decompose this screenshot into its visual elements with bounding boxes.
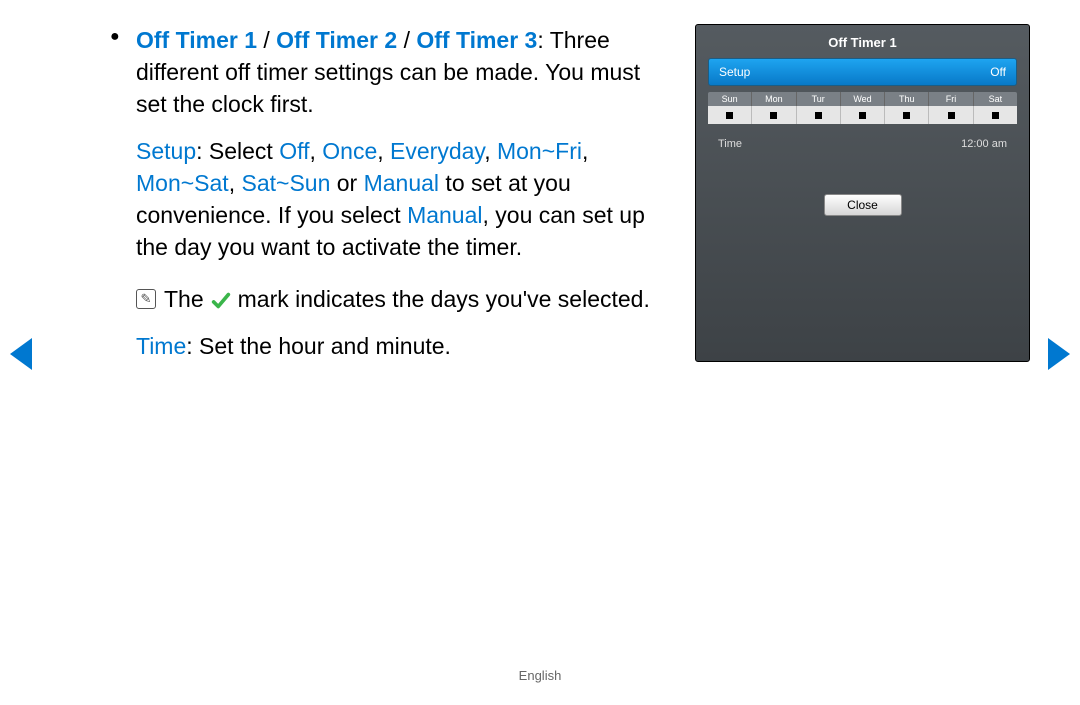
day-selected-icon [948,112,955,119]
day-selected-icon [859,112,866,119]
days-header: Sun Mon Tur Wed Thu Fri Sat [708,92,1017,106]
day-selected-icon [903,112,910,119]
time-row[interactable]: Time 12:00 am [708,124,1017,150]
checkmark-icon [210,288,232,310]
setup-row[interactable]: Setup Off [708,58,1017,86]
day-cell [752,106,796,124]
day-cell [841,106,885,124]
page-language: English [0,668,1080,683]
day-selected-icon [726,112,733,119]
setup-row-value: Off [990,65,1006,79]
note-icon: ✎ [136,289,156,309]
off-timer-1-label: Off Timer 1 [136,27,257,53]
help-text: Off Timer 1 / Off Timer 2 / Off Timer 3:… [110,24,665,362]
day-cell [974,106,1017,124]
day-cell [929,106,973,124]
time-row-value: 12:00 am [961,138,1007,150]
day-selected-icon [992,112,999,119]
close-button[interactable]: Close [824,194,902,216]
panel-title: Off Timer 1 [708,35,1017,50]
day-selected-icon [770,112,777,119]
off-timer-3-label: Off Timer 3 [416,27,537,53]
time-row-label: Time [718,138,742,150]
off-timer-2-label: Off Timer 2 [276,27,397,53]
next-page-arrow[interactable] [1048,338,1070,370]
time-term: Time [136,333,186,359]
setup-term: Setup [136,138,196,164]
days-cells[interactable] [708,106,1017,124]
day-cell [797,106,841,124]
off-timer-panel: Off Timer 1 Setup Off Sun Mon Tur Wed Th… [695,24,1030,362]
setup-row-label: Setup [719,65,750,79]
day-cell [885,106,929,124]
day-selected-icon [815,112,822,119]
day-cell [708,106,752,124]
prev-page-arrow[interactable] [10,338,32,370]
